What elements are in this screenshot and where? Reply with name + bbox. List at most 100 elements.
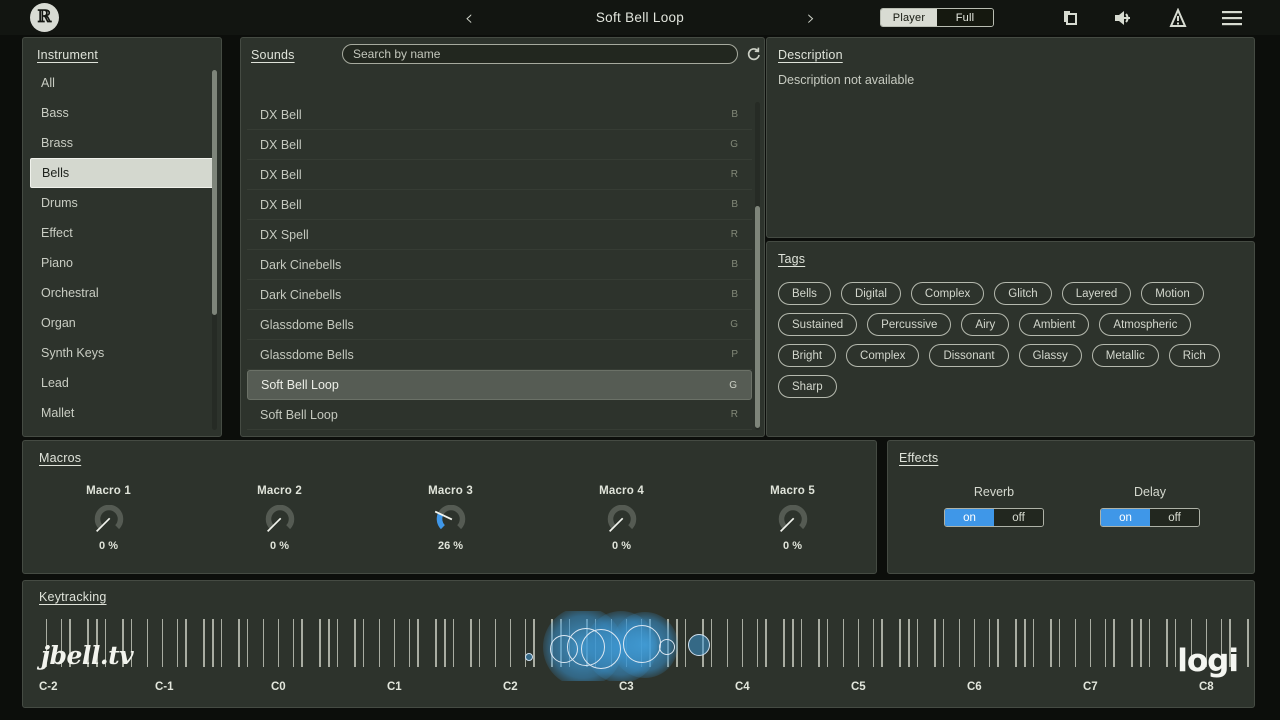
sidebar-item-brass[interactable]: Brass [30, 128, 214, 158]
key-tick [319, 619, 321, 667]
sound-badge: G [729, 379, 737, 391]
sidebar-item-bass[interactable]: Bass [30, 98, 214, 128]
tag-chip[interactable]: Bells [778, 282, 831, 305]
tag-chip[interactable]: Atmospheric [1099, 313, 1192, 336]
sound-badge: G [730, 139, 738, 150]
macro-knob[interactable] [775, 504, 811, 535]
effect-on-button[interactable]: on [945, 509, 994, 526]
tag-chip[interactable]: Sharp [778, 375, 837, 398]
key-tick [826, 619, 829, 667]
effect-off-button[interactable]: off [1150, 509, 1199, 526]
macro-value: 0 % [612, 540, 631, 552]
sounds-panel-title: Sounds [251, 48, 295, 62]
sound-list-item[interactable]: Dark Cinebells B [247, 250, 752, 280]
macro-knob[interactable] [604, 504, 640, 535]
key-tick [842, 619, 845, 667]
sound-list-item[interactable]: Soft Bell Loop R [247, 400, 752, 430]
sidebar-item-effect[interactable]: Effect [30, 218, 214, 248]
key-tick [1024, 619, 1026, 667]
key-tick [958, 619, 961, 667]
mode-switch[interactable]: Player Full [880, 8, 994, 27]
sounds-list[interactable]: DX Bell B DX Bell G DX Bell R DX Bell B DX Spell… [247, 100, 752, 432]
sidebar-item-piano[interactable]: Piano [30, 248, 214, 278]
tag-chip[interactable]: Glassy [1018, 344, 1082, 367]
key-tick [292, 619, 295, 667]
instrument-scrollbar-thumb[interactable] [212, 70, 217, 315]
key-tick [417, 619, 419, 667]
tag-chip[interactable]: Bright [778, 344, 837, 367]
macro-knob[interactable] [91, 504, 127, 535]
next-preset-button[interactable]: › [798, 4, 824, 32]
key-tick [857, 619, 860, 667]
tag-chip[interactable]: Motion [1141, 282, 1204, 305]
macro-knob[interactable] [433, 504, 469, 535]
tag-chip[interactable]: Sustained [778, 313, 858, 336]
sound-list-item[interactable]: Glassdome Bells P [247, 340, 752, 370]
tag-chip[interactable]: Complex [910, 282, 985, 305]
effect-on-button[interactable]: on [1101, 509, 1150, 526]
key-tick [726, 619, 729, 667]
sidebar-item-organ[interactable]: Organ [30, 308, 214, 338]
sound-list-item[interactable]: DX Bell R [247, 160, 752, 190]
sidebar-item-drums[interactable]: Drums [30, 188, 214, 218]
keyboard-range-display[interactable] [23, 611, 1256, 681]
duplicate-icon[interactable] [1056, 4, 1084, 32]
tag-chip[interactable]: Rich [1168, 344, 1220, 367]
tags-panel-title: Tags [778, 252, 806, 266]
tag-chip[interactable]: Ambient [1019, 313, 1090, 336]
effects-toggle-row: Reverb on off Delay on off [888, 485, 1256, 565]
key-tick [1015, 619, 1017, 667]
sound-list-item[interactable]: DX Bell G [247, 130, 752, 160]
mode-full-button[interactable]: Full [937, 9, 993, 26]
sidebar-item-mallet[interactable]: Mallet [30, 398, 214, 428]
tag-chip[interactable]: Dissonant [929, 344, 1009, 367]
sound-list-item[interactable]: Dark Cinebells B [247, 280, 752, 310]
refresh-icon[interactable] [743, 44, 763, 64]
sidebar-item-lead[interactable]: Lead [30, 368, 214, 398]
macro-control: Macro 5 0 % [707, 485, 878, 575]
sound-list-item[interactable]: Soft Bell Loop G [247, 370, 752, 400]
macro-control: Macro 2 0 % [194, 485, 365, 575]
previous-preset-button[interactable]: ‹ [456, 4, 482, 32]
effect-toggle[interactable]: on off [1100, 508, 1200, 527]
key-tick [1032, 619, 1035, 667]
sound-list-item[interactable]: DX Spell R [247, 220, 752, 250]
speaker-icon[interactable] [1109, 4, 1137, 32]
warning-icon[interactable] [1164, 4, 1192, 32]
tag-chip[interactable]: Layered [1061, 282, 1132, 305]
sound-list-item[interactable]: Glassdome Bells G [247, 310, 752, 340]
tag-chip[interactable]: Metallic [1091, 344, 1159, 367]
tag-chip[interactable]: Digital [840, 282, 901, 305]
macro-label: Macro 3 [428, 485, 473, 497]
octave-label: C0 [271, 681, 286, 693]
macro-knob-row: Macro 1 0 % Macro 2 0 % Macro 3 26 % Macro 4 0 … [23, 485, 878, 575]
sounds-scrollbar-thumb[interactable] [755, 206, 760, 428]
key-tick [818, 619, 820, 667]
effect-toggle[interactable]: on off [944, 508, 1044, 527]
sidebar-item-all[interactable]: All [30, 68, 214, 98]
tag-chip[interactable]: Complex [846, 344, 920, 367]
tag-chip[interactable]: Airy [961, 313, 1010, 336]
effect-off-button[interactable]: off [994, 509, 1043, 526]
roland-r-logo-icon[interactable]: ℝ [30, 3, 59, 32]
macro-knob[interactable] [262, 504, 298, 535]
keytracking-panel-title: Keytracking [39, 590, 107, 604]
mode-player-button[interactable]: Player [881, 9, 937, 26]
sound-name: Glassdome Bells [260, 317, 354, 332]
sidebar-item-synth-keys[interactable]: Synth Keys [30, 338, 214, 368]
search-input[interactable] [342, 44, 738, 64]
watermark-jbell: jbell.tv [41, 641, 134, 670]
key-activity-ring [623, 625, 661, 663]
tag-chip[interactable]: Glitch [994, 282, 1052, 305]
key-tick [741, 619, 744, 667]
sidebar-item-bells[interactable]: Bells [30, 158, 214, 188]
instrument-list[interactable]: All Bass Brass Bells Drums Effect Piano Orchest… [23, 68, 221, 434]
menu-icon[interactable] [1218, 4, 1246, 32]
sidebar-item-orchestral[interactable]: Orchestral [30, 278, 214, 308]
sound-list-item[interactable]: DX Bell B [247, 100, 752, 130]
tag-chip[interactable]: Percussive [867, 313, 952, 336]
macro-label: Macro 1 [86, 485, 131, 497]
sound-list-item[interactable]: DX Bell B [247, 190, 752, 220]
sound-name: Soft Bell Loop [261, 378, 339, 392]
key-tick [533, 619, 535, 667]
